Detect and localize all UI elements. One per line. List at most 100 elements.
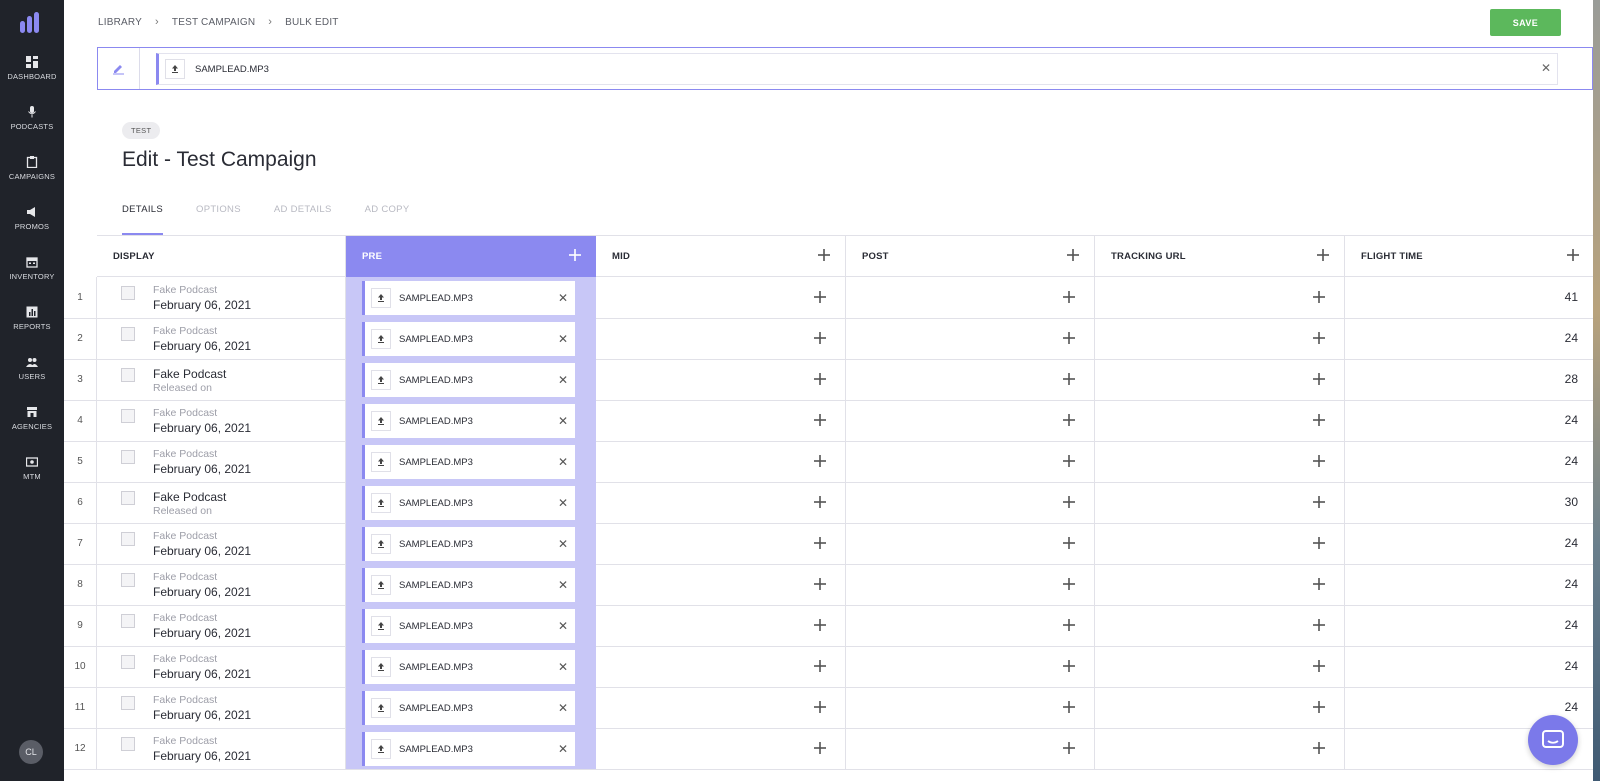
tab-ad-copy[interactable]: AD COPY	[365, 204, 410, 235]
plus-icon[interactable]	[1062, 372, 1076, 386]
display-cell[interactable]: Fake Podcast February 06, 2021	[97, 277, 346, 318]
mid-cell[interactable]	[596, 277, 846, 318]
flight-time-cell[interactable]: 24	[1345, 523, 1594, 564]
pencil-icon[interactable]	[98, 48, 140, 89]
upload-icon[interactable]	[371, 329, 391, 349]
post-cell[interactable]	[846, 646, 1095, 687]
plus-icon[interactable]	[1062, 618, 1076, 632]
plus-icon[interactable]	[1062, 290, 1076, 304]
close-icon[interactable]: ✕	[558, 619, 568, 633]
plus-icon[interactable]	[1062, 331, 1076, 345]
plus-icon[interactable]	[1062, 454, 1076, 468]
mid-cell[interactable]	[596, 441, 846, 482]
close-icon[interactable]: ✕	[1541, 61, 1551, 75]
close-icon[interactable]: ✕	[558, 455, 568, 469]
plus-icon[interactable]	[1312, 577, 1326, 591]
display-cell[interactable]: Fake Podcast February 06, 2021	[97, 687, 346, 728]
mid-cell[interactable]	[596, 318, 846, 359]
tab-options[interactable]: OPTIONS	[196, 204, 241, 235]
flight-time-cell[interactable]: 24	[1345, 400, 1594, 441]
plus-icon[interactable]	[1062, 659, 1076, 673]
tracking-url-cell[interactable]	[1095, 728, 1345, 769]
sidebar-item-campaigns[interactable]: CAMPAIGNS	[0, 156, 64, 200]
file-chip[interactable]: SAMPLEAD.MP3 ✕	[362, 363, 575, 397]
plus-icon[interactable]	[568, 248, 582, 262]
tab-ad-details[interactable]: AD DETAILS	[274, 204, 332, 235]
plus-icon[interactable]	[1312, 700, 1326, 714]
plus-icon[interactable]	[1312, 454, 1326, 468]
post-cell[interactable]	[846, 441, 1095, 482]
file-chip[interactable]: SAMPLEAD.MP3 ✕	[362, 732, 575, 766]
plus-icon[interactable]	[813, 331, 827, 345]
display-cell[interactable]: Fake Podcast February 06, 2021	[97, 318, 346, 359]
upload-icon[interactable]	[371, 452, 391, 472]
post-cell[interactable]	[846, 687, 1095, 728]
upload-icon[interactable]	[371, 493, 391, 513]
app-logo[interactable]	[20, 11, 44, 33]
flight-time-cell[interactable]: 24	[1345, 441, 1594, 482]
plus-icon[interactable]	[1312, 372, 1326, 386]
sidebar-item-inventory[interactable]: INVENTORY	[0, 256, 64, 300]
save-button[interactable]: SAVE	[1490, 9, 1561, 36]
breadcrumb-test-campaign[interactable]: TEST CAMPAIGN	[172, 17, 255, 28]
breadcrumb-library[interactable]: LIBRARY	[98, 17, 142, 28]
upload-icon[interactable]	[371, 657, 391, 677]
flight-time-cell[interactable]: 41	[1345, 277, 1594, 318]
plus-icon[interactable]	[813, 372, 827, 386]
tracking-url-cell[interactable]	[1095, 687, 1345, 728]
display-cell[interactable]: Fake Podcast February 06, 2021	[97, 605, 346, 646]
file-chip[interactable]: SAMPLEAD.MP3 ✕	[362, 322, 575, 356]
close-icon[interactable]: ✕	[558, 291, 568, 305]
plus-icon[interactable]	[1062, 741, 1076, 755]
sidebar-item-users[interactable]: USERS	[0, 356, 64, 400]
post-cell[interactable]	[846, 277, 1095, 318]
flight-time-cell[interactable]: 28	[1345, 359, 1594, 400]
flight-time-cell[interactable]: 24	[1345, 564, 1594, 605]
plus-icon[interactable]	[813, 741, 827, 755]
sidebar-item-reports[interactable]: REPORTS	[0, 306, 64, 350]
flight-time-cell[interactable]: 24	[1345, 605, 1594, 646]
plus-icon[interactable]	[1312, 413, 1326, 427]
tab-details[interactable]: DETAILS	[122, 204, 163, 235]
close-icon[interactable]: ✕	[558, 537, 568, 551]
file-chip[interactable]: SAMPLEAD.MP3 ✕	[362, 527, 575, 561]
flight-time-cell[interactable]: 24	[1345, 646, 1594, 687]
plus-icon[interactable]	[1566, 248, 1580, 262]
tracking-url-cell[interactable]	[1095, 318, 1345, 359]
upload-icon[interactable]	[371, 411, 391, 431]
mid-cell[interactable]	[596, 728, 846, 769]
flight-time-cell[interactable]: 30	[1345, 482, 1594, 523]
tracking-url-cell[interactable]	[1095, 605, 1345, 646]
file-chip[interactable]: SAMPLEAD.MP3 ✕	[362, 486, 575, 520]
plus-icon[interactable]	[813, 659, 827, 673]
plus-icon[interactable]	[1062, 495, 1076, 509]
tracking-url-cell[interactable]	[1095, 441, 1345, 482]
tracking-url-cell[interactable]	[1095, 359, 1345, 400]
file-chip[interactable]: SAMPLEAD.MP3 ✕	[362, 281, 575, 315]
mid-cell[interactable]	[596, 400, 846, 441]
mid-cell[interactable]	[596, 646, 846, 687]
post-cell[interactable]	[846, 482, 1095, 523]
plus-icon[interactable]	[1312, 618, 1326, 632]
plus-icon[interactable]	[1312, 741, 1326, 755]
sidebar-item-mtm[interactable]: MTM	[0, 456, 64, 500]
plus-icon[interactable]	[1062, 413, 1076, 427]
mid-cell[interactable]	[596, 523, 846, 564]
display-cell[interactable]: Fake Podcast February 06, 2021	[97, 728, 346, 769]
sidebar-item-agencies[interactable]: AGENCIES	[0, 406, 64, 450]
plus-icon[interactable]	[1316, 248, 1330, 262]
close-icon[interactable]: ✕	[558, 701, 568, 715]
upload-icon[interactable]	[371, 370, 391, 390]
sidebar-item-promos[interactable]: PROMOS	[0, 206, 64, 250]
upload-icon[interactable]	[371, 698, 391, 718]
post-cell[interactable]	[846, 400, 1095, 441]
flight-time-cell[interactable]: 24	[1345, 318, 1594, 359]
plus-icon[interactable]	[813, 618, 827, 632]
mid-cell[interactable]	[596, 687, 846, 728]
plus-icon[interactable]	[1312, 659, 1326, 673]
plus-icon[interactable]	[813, 577, 827, 591]
plus-icon[interactable]	[1312, 536, 1326, 550]
plus-icon[interactable]	[1062, 536, 1076, 550]
display-cell[interactable]: Fake Podcast February 06, 2021	[97, 441, 346, 482]
close-icon[interactable]: ✕	[558, 660, 568, 674]
